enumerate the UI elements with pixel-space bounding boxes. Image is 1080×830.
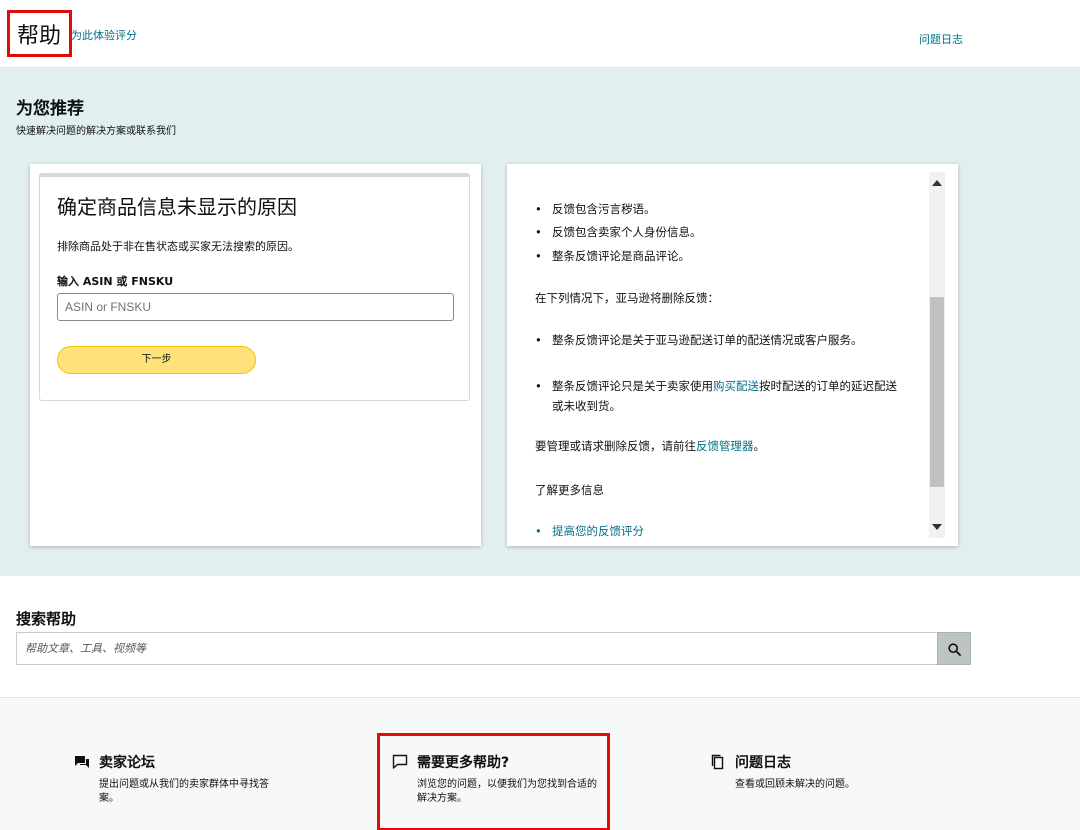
asin-tool-card: 确定商品信息未显示的原因 排除商品处于非在售状态或买家无法搜索的原因。 输入 A… — [30, 164, 481, 546]
list-item-text: 整条反馈评论只是关于卖家使用 — [552, 379, 713, 393]
removal-intro-text: 在下列情况下，亚马逊将删除反馈： — [535, 291, 719, 305]
list-item: 整条反馈评论是关于亚马逊配送订单的配送情况或客户服务。 — [535, 330, 907, 350]
asin-tool-panel: 确定商品信息未显示的原因 排除商品处于非在售状态或买家无法搜索的原因。 输入 A… — [39, 173, 470, 401]
learn-more-heading: 了解更多信息 — [535, 483, 604, 497]
copy-icon — [711, 754, 724, 770]
asin-tool-title: 确定商品信息未显示的原因 — [57, 195, 297, 219]
recommend-section: 为您推荐 快速解决问题的解决方案或联系我们 确定商品信息未显示的原因 排除商品处… — [0, 68, 1080, 576]
search-help-input[interactable] — [16, 632, 937, 665]
footer: 卖家论坛 提出问题或从我们的卖家群体中寻找答案。 需要更多帮助? 浏览您的问题，… — [0, 697, 1080, 830]
list-item: 整条反馈评论是商品评论。 — [535, 246, 907, 266]
list-item: 反馈包含卖家个人身份信息。 — [535, 222, 907, 242]
asin-input-label: 输入 ASIN 或 FNSKU — [57, 275, 174, 288]
top-bar: 帮助 为此体验评分 问题日志 — [0, 0, 1080, 68]
asin-tool-description: 排除商品处于非在售状态或买家无法搜索的原因。 — [57, 240, 299, 253]
search-icon — [948, 643, 961, 656]
manage-text-end: 。 — [753, 439, 766, 453]
seller-forum-description: 提出问题或从我们的卖家群体中寻找答案。 — [99, 779, 269, 804]
recommend-subtitle: 快速解决问题的解决方案或联系我们 — [16, 126, 176, 137]
list-item: 反馈包含污言秽语。 — [535, 199, 907, 219]
rate-experience-link[interactable]: 为此体验评分 — [71, 27, 137, 43]
feedback-article-card: 反馈包含污言秽语。 反馈包含卖家个人身份信息。 整条反馈评论是商品评论。 在下列… — [507, 164, 958, 546]
asin-input[interactable] — [57, 293, 454, 321]
scroll-up-arrow-icon[interactable] — [932, 180, 942, 186]
scroll-thumb[interactable] — [930, 297, 944, 487]
improve-feedback-link[interactable]: 提高您的反馈评分 — [535, 521, 907, 541]
more-help-highlight — [377, 733, 610, 830]
manage-feedback-text: 要管理或请求删除反馈，请前往反馈管理器。 — [535, 436, 915, 456]
search-button[interactable] — [937, 632, 971, 665]
help-title-highlight: 帮助 — [7, 10, 72, 57]
page-title: 帮助 — [17, 24, 62, 49]
buy-shipping-link[interactable]: 购买配送 — [713, 379, 759, 393]
issue-log-link[interactable]: 问题日志 — [919, 31, 963, 47]
manage-text: 要管理或请求删除反馈，请前往 — [535, 439, 696, 453]
list-item: 整条反馈评论只是关于卖家使用购买配送按时配送的订单的延迟配送或未收到货。 — [535, 376, 907, 416]
scroll-down-arrow-icon[interactable] — [932, 524, 942, 530]
recommend-title: 为您推荐 — [16, 99, 84, 119]
issue-log-description: 查看或回顾未解决的问题。 — [735, 779, 855, 790]
search-help-title: 搜索帮助 — [16, 610, 77, 628]
next-step-button[interactable]: 下一步 — [57, 346, 256, 374]
seller-forum-title[interactable]: 卖家论坛 — [99, 752, 155, 772]
forum-icon — [75, 756, 89, 768]
issue-log-title[interactable]: 问题日志 — [735, 752, 791, 772]
article-scrollbar[interactable] — [929, 172, 945, 538]
feedback-manager-link[interactable]: 反馈管理器 — [696, 439, 754, 453]
